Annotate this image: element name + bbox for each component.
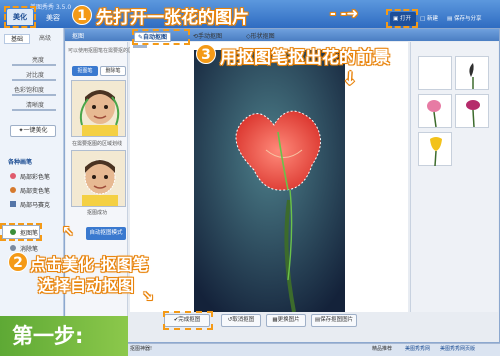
sharpness-slider[interactable] xyxy=(12,109,56,111)
one-click-beautify-button[interactable]: ✦一键美化 xyxy=(10,125,56,137)
change-image-label: 更换图片 xyxy=(277,317,300,323)
highlight-tab-meihua xyxy=(4,6,36,28)
change-image-button[interactable]: ▦更换图片 xyxy=(266,314,306,327)
save-share-label: 保存与分享 xyxy=(453,16,482,22)
mosaic-icon xyxy=(10,201,16,207)
highlight-cutout-pen xyxy=(0,223,42,241)
status-web-version-link[interactable]: 美图秀秀网页版 xyxy=(440,345,475,352)
category-color-brush[interactable]: 局部彩色笔 xyxy=(20,172,50,181)
material-thumb-1[interactable] xyxy=(418,56,452,90)
one-click-label: 一键美化 xyxy=(23,127,48,134)
material-thumb-5[interactable] xyxy=(418,132,452,167)
slider-label-saturation: 色彩饱和度 xyxy=(13,87,44,94)
slider-label-sharpness: 清晰度 xyxy=(25,102,44,109)
flower-photo[interactable] xyxy=(194,50,345,313)
tab-manual-cutout-label: 手动抠图 xyxy=(198,33,223,40)
step1-annotation-text: 先打开一张花的图片 xyxy=(96,8,249,28)
step3-number-badge: 3 xyxy=(196,44,216,64)
brush-section-title: 各种画笔 xyxy=(8,159,33,166)
material-thumb-4[interactable] xyxy=(455,94,489,128)
status-text: 抠图神器! xyxy=(130,346,153,352)
status-site-link[interactable]: 美图秀秀网 xyxy=(405,345,430,352)
tab-shape-cutout[interactable]: ◇形状抠图 xyxy=(243,32,278,42)
slider-label-contrast: 对比度 xyxy=(25,72,44,79)
dialog-title: 抠图 xyxy=(72,33,85,40)
step-label: 第一步: xyxy=(0,316,128,356)
save-icon: ▤ xyxy=(447,16,454,22)
toggle-delete-pen[interactable]: 删除笔 xyxy=(100,66,126,76)
new-button[interactable]: □ 新建 xyxy=(420,12,438,26)
arrow-down-right-icon: ↘ xyxy=(142,289,154,305)
new-label: 新建 xyxy=(426,16,438,22)
material-thumb-2[interactable] xyxy=(455,56,489,90)
save-share-button[interactable]: ▤ 保存与分享 xyxy=(447,12,481,26)
arrow-right-icon: - -➜ xyxy=(330,6,359,22)
cutout-hint: 可以使用抠图笔在需要抠的区域划线 xyxy=(68,48,149,54)
arrow-up-left-icon: ↖ xyxy=(62,224,74,240)
highlight-finish-button xyxy=(163,311,213,330)
auto-cutout-mode-button[interactable]: 自动抠图模式 xyxy=(86,227,126,240)
app-title: 美图秀秀 3.5.0 xyxy=(30,4,72,11)
highlight-auto-tab xyxy=(132,29,190,45)
dialog-title-bar xyxy=(65,29,499,41)
subtab-basic[interactable]: 基础 xyxy=(4,34,30,44)
recolor-brush-icon xyxy=(10,187,16,193)
color-brush-icon xyxy=(10,173,16,179)
highlight-open-button xyxy=(386,9,418,28)
contrast-slider[interactable] xyxy=(12,79,56,81)
brightness-slider[interactable] xyxy=(12,64,56,66)
toggle-cutout-pen[interactable]: 抠图笔 xyxy=(72,66,98,76)
brush-size-slider[interactable] xyxy=(133,45,147,48)
sample-caption-after: 抠图成功 xyxy=(86,210,107,216)
sample-caption-before: 在需要抠图的区域划线 xyxy=(71,141,122,147)
step3-annotation-text: 用抠图笔抠出花的前景 xyxy=(220,48,390,68)
tab-shape-cutout-label: 形状抠图 xyxy=(250,33,275,40)
cancel-cutout-label: 取消抠图 xyxy=(232,317,255,323)
step2-annotation-line2: 选择自动抠图 xyxy=(38,276,135,295)
sample-image-before xyxy=(71,80,126,137)
slider-label-brightness: 亮度 xyxy=(31,57,44,64)
material-thumb-3[interactable] xyxy=(418,94,452,128)
eraser-icon xyxy=(10,245,16,251)
subtab-advanced[interactable]: 高级 xyxy=(32,34,58,44)
saturation-slider[interactable] xyxy=(12,94,56,96)
save-cutout-label: 保存抠图图片 xyxy=(320,317,354,323)
sample-image-after xyxy=(71,150,126,207)
category-mosaic[interactable]: 局部马赛克 xyxy=(20,200,50,209)
new-file-icon: □ xyxy=(420,16,427,22)
category-recolor-brush[interactable]: 局部变色笔 xyxy=(20,186,50,195)
tab-meirong[interactable]: 美容 xyxy=(41,11,65,25)
save-cutout-button[interactable]: ▤保存抠图图片 xyxy=(311,314,357,327)
step2-number-badge: 2 xyxy=(8,252,28,272)
step1-number-badge: 1 xyxy=(72,5,92,25)
status-featured[interactable]: 精品推荐 xyxy=(372,345,392,352)
cancel-cutout-button[interactable]: ↺取消抠图 xyxy=(221,314,261,327)
tab-manual-cutout[interactable]: ⟲手动抠图 xyxy=(190,32,225,42)
